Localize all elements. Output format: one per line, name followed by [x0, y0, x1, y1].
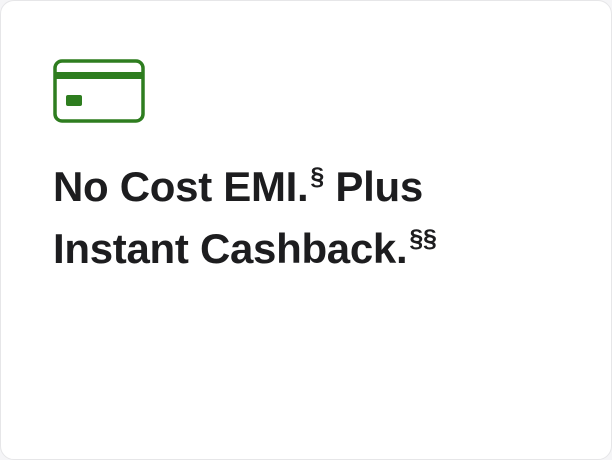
headline-text-plus: Plus: [324, 163, 423, 210]
credit-card-icon: [53, 59, 145, 123]
headline-text-instant-cashback: Instant Cashback.: [53, 225, 408, 272]
footnote-marker-1[interactable]: §: [310, 163, 324, 191]
offer-card: No Cost EMI.§ Plus Instant Cashback.§§: [0, 0, 612, 460]
headline-text-no-cost-emi: No Cost EMI.: [53, 163, 309, 210]
footnote-marker-2[interactable]: §§: [409, 225, 437, 253]
headline-line-1: No Cost EMI.§ Plus: [53, 159, 573, 221]
offer-headline: No Cost EMI.§ Plus Instant Cashback.§§: [53, 159, 573, 283]
headline-line-2: Instant Cashback.§§: [53, 221, 573, 283]
